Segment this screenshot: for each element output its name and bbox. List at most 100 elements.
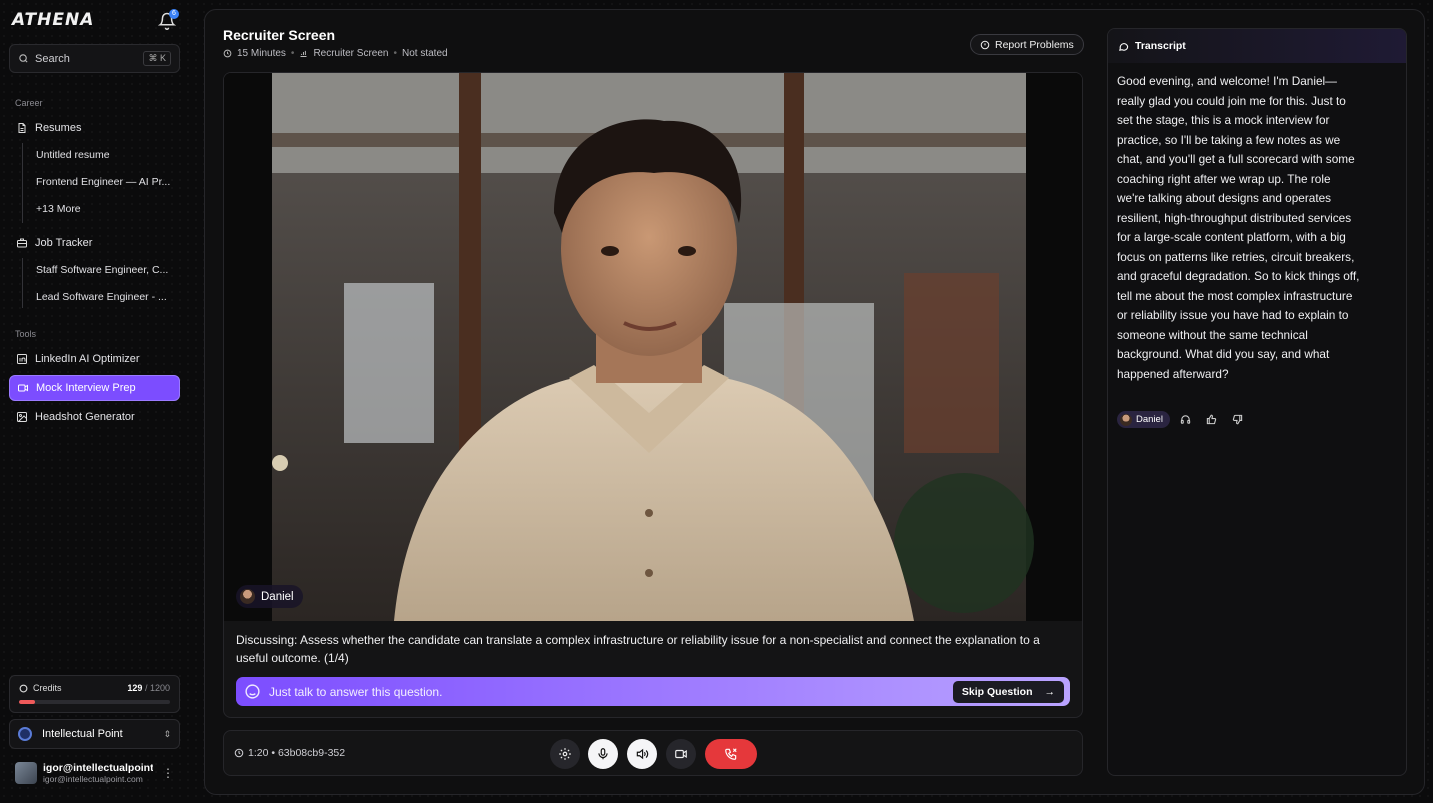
thumbs-down-button[interactable]: [1228, 411, 1248, 428]
call-timer: 1:20 • 63b08cb9-352: [234, 747, 345, 759]
briefcase-icon: [17, 238, 27, 248]
camera-icon: [675, 749, 687, 759]
avatar: [15, 762, 37, 784]
video-icon: [18, 384, 28, 392]
end-call-button[interactable]: [705, 739, 757, 769]
app-logo[interactable]: ATHENA: [12, 10, 94, 30]
alert-icon: [980, 40, 990, 49]
nav-mock-interview-label: Mock Interview Prep: [36, 382, 136, 394]
nav-linkedin-optimizer[interactable]: LinkedIn AI Optimizer: [9, 346, 180, 372]
speaker-avatar: [240, 589, 255, 604]
call-controls: 1:20 • 63b08cb9-352: [223, 730, 1083, 776]
career-section-label: Career: [15, 98, 43, 108]
voice-icon: [245, 684, 260, 699]
nav-headshot-label: Headshot Generator: [35, 411, 135, 423]
answer-prompt-bar: Just talk to answer this question. Skip …: [236, 677, 1070, 706]
nav-job-tracker[interactable]: Job Tracker: [9, 230, 180, 256]
transcript-header: Transcript: [1108, 29, 1406, 63]
search-icon: [19, 54, 28, 63]
nav-linkedin-label: LinkedIn AI Optimizer: [35, 353, 140, 365]
interview-meta: 15 Minutes • Recruiter Screen • Not stat…: [223, 48, 448, 59]
camera-button[interactable]: [666, 739, 696, 769]
search-input[interactable]: [35, 52, 135, 65]
transcript-panel: Transcript Good evening, and welcome! I'…: [1107, 28, 1407, 776]
mic-button[interactable]: [588, 739, 618, 769]
nav-resumes[interactable]: Resumes: [9, 115, 180, 141]
chevron-updown-icon: ⇕: [163, 728, 171, 739]
transcript-message-actions: Daniel: [1117, 411, 1248, 428]
speaker-icon: [636, 748, 649, 760]
more-icon[interactable]: ⋮: [162, 766, 174, 780]
clock-icon: [223, 49, 232, 58]
main-panel: Recruiter Screen 15 Minutes • Recruiter …: [204, 9, 1425, 795]
interview-status: Not stated: [401, 48, 448, 59]
settings-button[interactable]: [550, 739, 580, 769]
user-menu[interactable]: igor@intellectualpoint... igor@intellect…: [9, 755, 180, 791]
credits-icon: [19, 684, 28, 692]
search-shortcut: ⌘ K: [143, 51, 171, 66]
thumbs-up-button[interactable]: [1202, 411, 1222, 428]
answer-prompt-text: Just talk to answer this question.: [269, 684, 443, 699]
discussion-topic: Discussing: Assess whether the candidate…: [236, 633, 1040, 665]
play-audio-button[interactable]: [1176, 411, 1196, 428]
jobs-tree-line: [22, 258, 23, 308]
nav-mock-interview[interactable]: Mock Interview Prep: [9, 375, 180, 401]
nav-job-tracker-label: Job Tracker: [35, 237, 93, 249]
headphones-icon: [1181, 415, 1191, 424]
thumbs-up-icon: [1207, 414, 1217, 425]
job-item[interactable]: Staff Software Engineer, C...: [36, 264, 176, 276]
transcript-title: Transcript: [1135, 40, 1186, 52]
clock-icon: [234, 748, 244, 758]
call-timer-text: 1:20 • 63b08cb9-352: [248, 747, 346, 759]
resume-item[interactable]: Frontend Engineer — AI Pr...: [36, 176, 176, 188]
settings-icon: [559, 748, 571, 760]
mic-icon: [598, 748, 608, 760]
image-icon: [17, 412, 27, 422]
file-icon: [18, 123, 26, 133]
org-name: Intellectual Point: [42, 728, 123, 740]
skip-question-label: Skip Question: [961, 685, 1033, 698]
org-logo: [18, 727, 32, 741]
page-title: Recruiter Screen: [223, 27, 336, 43]
interview-type: Recruiter Screen: [313, 48, 389, 59]
speaker-avatar: [1120, 413, 1132, 426]
org-switcher[interactable]: Intellectual Point ⇕: [9, 719, 180, 749]
credits-total: / 1200: [144, 683, 170, 693]
user-email: igor@intellectualpoint.com: [43, 774, 143, 784]
tools-section-label: Tools: [15, 329, 37, 339]
phone-end-icon: [725, 748, 737, 760]
sidebar: ATHENA 6 ⌘ K Career Resumes Untitled res…: [0, 0, 190, 803]
linkedin-icon: [17, 354, 27, 364]
resumes-more-link[interactable]: +13 More: [36, 203, 176, 215]
chart-icon: [300, 50, 307, 57]
transcript-speaker-name: Daniel: [1136, 414, 1163, 425]
report-problems-label: Report Problems: [995, 38, 1074, 51]
job-item[interactable]: Lead Software Engineer - ...: [36, 291, 176, 303]
skip-question-button[interactable]: Skip Question →: [952, 680, 1064, 703]
credits-panel: Credits 129 / 1200: [9, 675, 180, 713]
arrow-right-icon: →: [1044, 685, 1056, 698]
notification-badge: 6: [169, 9, 179, 19]
nav-resumes-label: Resumes: [35, 122, 82, 134]
video-card: Daniel Discussing: Assess whether the ca…: [223, 72, 1083, 718]
speaker-name: Daniel: [261, 590, 294, 603]
search-box[interactable]: ⌘ K: [9, 44, 180, 73]
transcript-message: Good evening, and welcome! I'm Daniel—re…: [1117, 74, 1360, 381]
interviewer-video: [224, 73, 1082, 621]
chat-icon: [1119, 42, 1129, 51]
credits-progress-bar: [19, 700, 170, 704]
transcript-speaker-chip: Daniel: [1117, 411, 1170, 428]
credits-used: 129: [127, 683, 143, 693]
resumes-tree-line: [22, 143, 23, 223]
resume-item[interactable]: Untitled resume: [36, 149, 176, 161]
interviewer-video-frame: [224, 73, 1082, 621]
user-name: igor@intellectualpoint...: [43, 762, 153, 774]
report-problems-button[interactable]: Report Problems: [970, 34, 1084, 55]
interview-duration: 15 Minutes: [237, 48, 286, 59]
nav-headshot-generator[interactable]: Headshot Generator: [9, 404, 180, 430]
speaker-button[interactable]: [627, 739, 657, 769]
credits-progress-fill: [19, 700, 36, 704]
speaker-name-tag: Daniel: [236, 585, 303, 608]
credits-label: Credits: [33, 683, 62, 693]
thumbs-down-icon: [1233, 414, 1243, 425]
